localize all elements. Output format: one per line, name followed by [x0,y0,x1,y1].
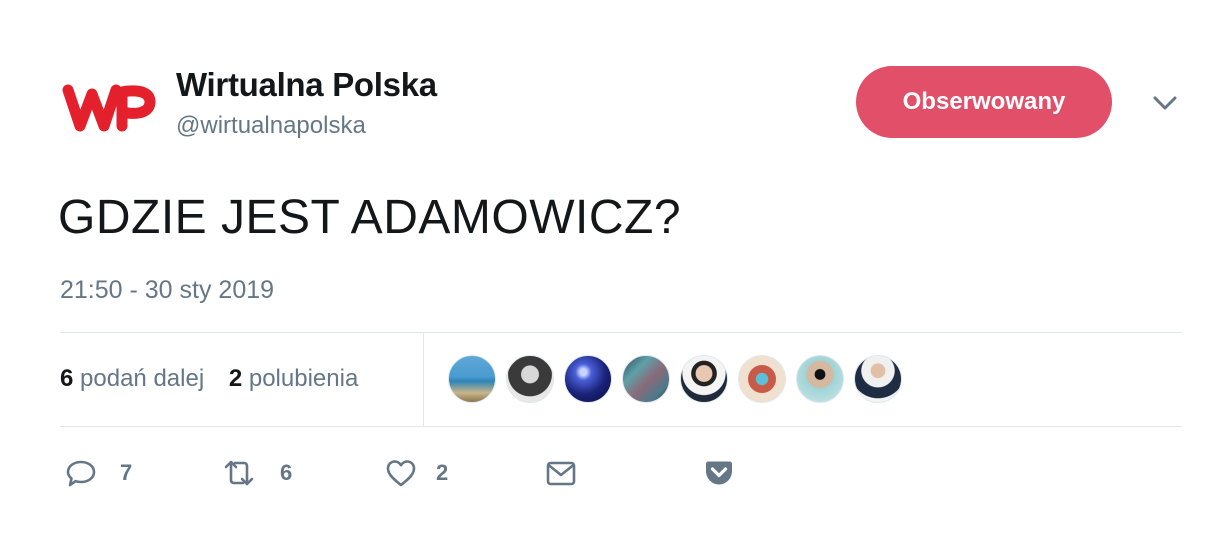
likers-avatars [448,355,912,403]
tweet-card: Wirtualna Polska @wirtualnapolska Obserw… [0,0,1228,538]
tweet-stats: 6 podań dalej 2 polubienia [60,362,376,396]
retweets-count: 6 [60,365,74,392]
account-handle[interactable]: @wirtualnapolska [176,108,437,144]
like-count: 2 [436,460,449,485]
avatar[interactable] [448,355,496,403]
heart-icon [386,460,416,487]
display-name[interactable]: Wirtualna Polska [176,64,437,106]
stats-divider [423,333,424,426]
tweet-actions: 7 6 2 [60,448,820,498]
tweet-text: GDZIE JEST ADAMOWICZ? [58,191,682,244]
retweet-count: 6 [280,460,293,485]
reply-icon [66,460,96,487]
tweet-timestamp[interactable]: 21:50 - 30 sty 2019 [60,272,274,308]
pocket-button[interactable] [702,448,736,498]
chevron-down-icon[interactable] [1150,88,1180,118]
divider [60,426,1182,427]
avatar[interactable] [854,355,902,403]
retweet-button[interactable]: 6 [220,448,292,498]
avatar[interactable] [622,355,670,403]
retweets-label: podań dalej [80,365,205,392]
avatar[interactable] [506,355,554,403]
reply-button[interactable]: 7 [64,448,132,498]
likes-count: 2 [228,365,243,392]
avatar[interactable] [680,355,728,403]
avatar[interactable] [564,355,612,403]
pocket-icon [706,461,732,485]
divider [60,332,1182,333]
retweet-icon [224,460,254,486]
likes-stat[interactable]: 2 polubienia [229,362,358,396]
tweet-header: Wirtualna Polska @wirtualnapolska Obserw… [60,60,1188,150]
avatar[interactable] [796,355,844,403]
wp-logo-icon[interactable] [62,70,158,140]
likes-label: polubienia [248,365,359,392]
following-button[interactable]: Obserwowany [856,66,1112,138]
envelope-icon [546,461,576,486]
reply-count: 7 [120,460,133,485]
avatar[interactable] [738,355,786,403]
like-button[interactable]: 2 [384,448,448,498]
retweets-stat[interactable]: 6 podań dalej [60,362,204,396]
account-names: Wirtualna Polska @wirtualnapolska [176,64,437,144]
direct-message-button[interactable] [544,448,578,498]
